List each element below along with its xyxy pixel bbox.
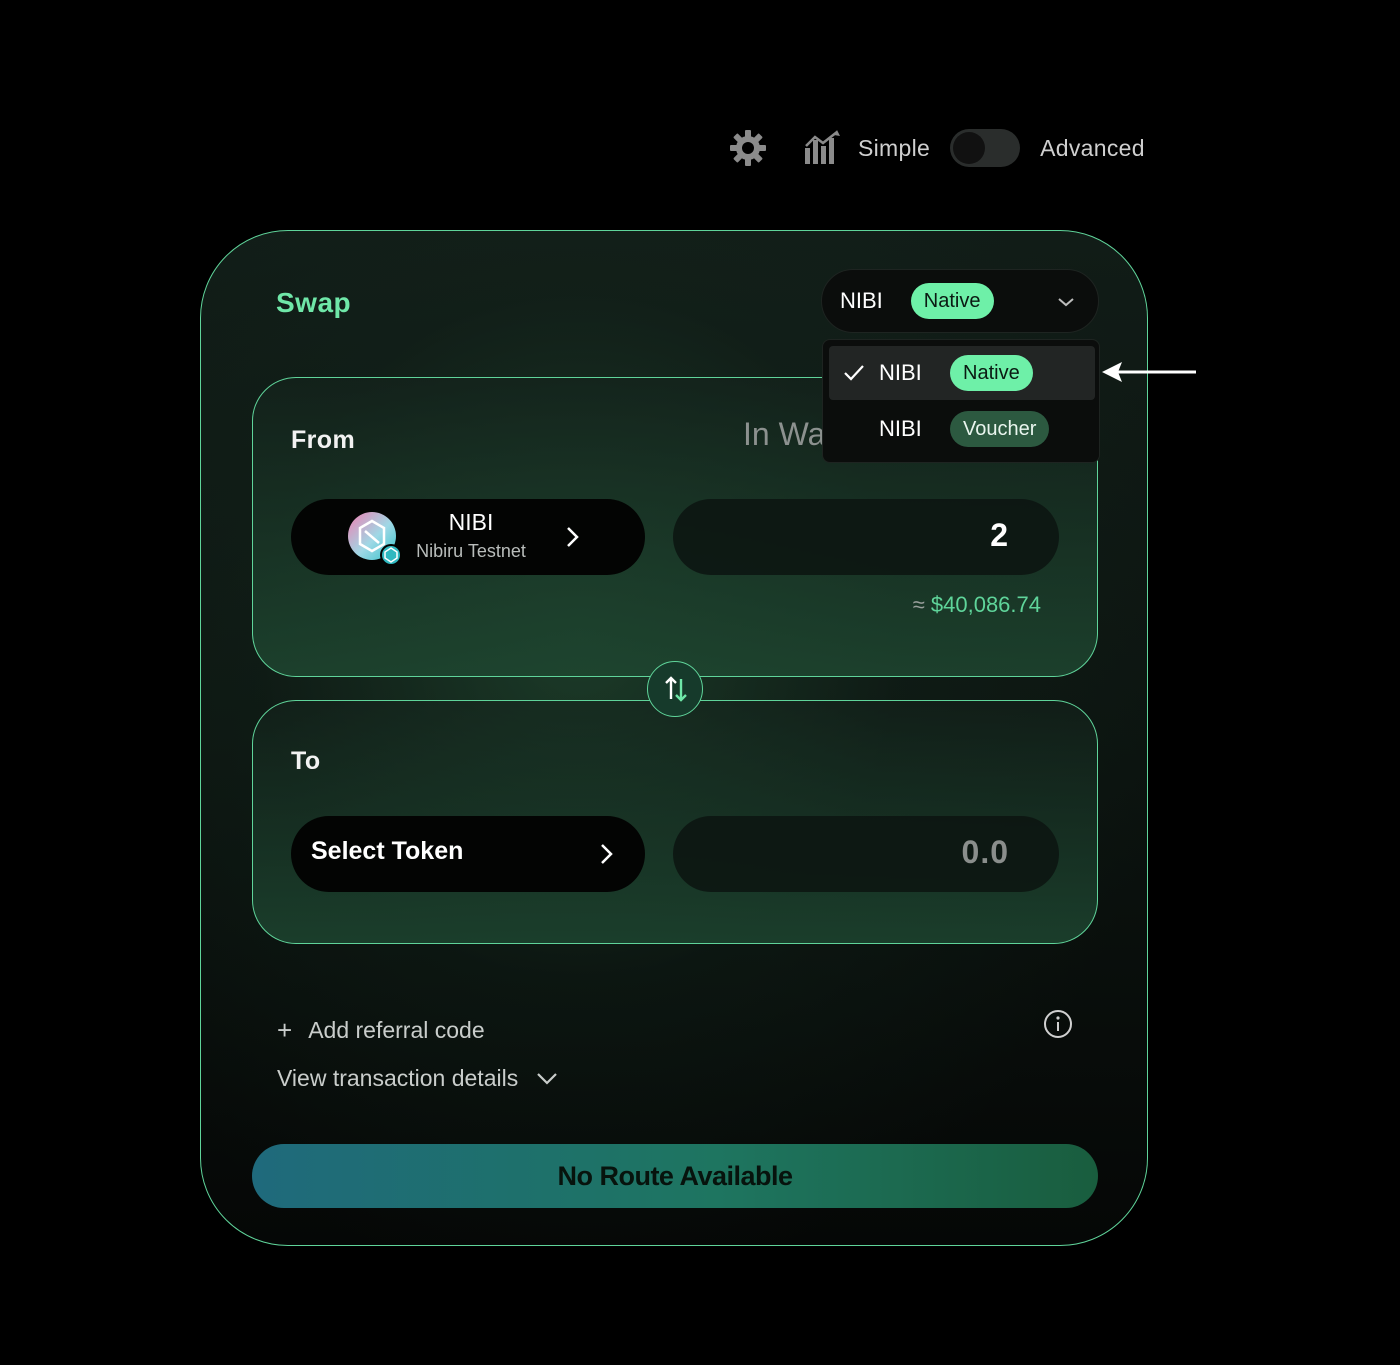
dropdown-item-native[interactable]: NIBI Native bbox=[829, 346, 1095, 400]
to-label: To bbox=[291, 747, 321, 775]
usd-amount: $40,086.74 bbox=[930, 592, 1041, 617]
from-token-button[interactable]: NIBI Nibiru Testnet bbox=[291, 499, 645, 575]
mode-simple-label: Simple bbox=[858, 134, 931, 161]
chart-bars-icon[interactable] bbox=[802, 128, 842, 168]
gear-icon[interactable] bbox=[728, 128, 768, 168]
swap-title: Swap bbox=[276, 287, 352, 318]
select-token-label: Select Token bbox=[311, 837, 464, 865]
to-amount-input[interactable]: 0.0 bbox=[673, 816, 1059, 892]
mode-toggle-knob bbox=[953, 132, 986, 164]
dropdown-item-name: NIBI bbox=[879, 416, 922, 441]
approx-symbol: ≈ bbox=[912, 592, 925, 617]
token-type-dropdown: NIBI Native NIBI Voucher bbox=[822, 339, 1100, 463]
info-icon[interactable] bbox=[1043, 1009, 1073, 1039]
native-badge: Native bbox=[910, 283, 994, 319]
arrow-left-icon bbox=[1102, 362, 1196, 382]
mode-advanced-label: Advanced bbox=[1040, 134, 1145, 161]
chevron-right-icon bbox=[567, 527, 579, 547]
to-panel: To Select Token 0.0 bbox=[252, 700, 1098, 944]
swap-arrows-icon bbox=[665, 676, 687, 702]
from-amount-value: 2 bbox=[990, 517, 1009, 553]
chevron-down-icon bbox=[537, 1072, 557, 1085]
mode-toggle[interactable] bbox=[950, 129, 1021, 167]
add-referral-code-link[interactable]: + Add referral code bbox=[277, 1015, 485, 1046]
check-icon bbox=[844, 365, 864, 381]
dropdown-item-voucher[interactable]: NIBI Voucher bbox=[829, 402, 1095, 456]
dropdown-item-name: NIBI bbox=[879, 360, 922, 385]
native-badge: Native bbox=[950, 355, 1033, 391]
plus-icon: + bbox=[277, 1015, 293, 1045]
voucher-badge: Voucher bbox=[950, 411, 1050, 447]
from-token-chain: Nibiru Testnet bbox=[416, 541, 526, 561]
from-usd-value: ≈ $40,086.74 bbox=[913, 592, 1041, 618]
top-bar: Simple Advanced bbox=[728, 120, 1145, 176]
from-label: From bbox=[291, 426, 356, 454]
token-type-select-name: NIBI bbox=[840, 288, 883, 313]
from-token-name: NIBI bbox=[448, 509, 494, 535]
select-token-button[interactable]: Select Token bbox=[291, 816, 645, 892]
swap-direction-button[interactable] bbox=[647, 661, 703, 717]
view-transaction-details[interactable]: View transaction details bbox=[277, 1065, 558, 1092]
nibi-token-icon bbox=[348, 512, 402, 566]
tx-details-label: View transaction details bbox=[277, 1065, 519, 1091]
to-amount-placeholder: 0.0 bbox=[961, 834, 1009, 870]
token-type-select[interactable]: NIBI Native bbox=[821, 269, 1099, 333]
chevron-down-icon bbox=[1058, 298, 1074, 307]
referral-label: Add referral code bbox=[308, 1017, 485, 1043]
no-route-button[interactable]: No Route Available bbox=[252, 1144, 1098, 1208]
in-wallet-label: In Wa bbox=[743, 416, 826, 452]
chevron-right-icon bbox=[601, 844, 613, 864]
from-amount-input[interactable]: 2 bbox=[673, 499, 1059, 575]
